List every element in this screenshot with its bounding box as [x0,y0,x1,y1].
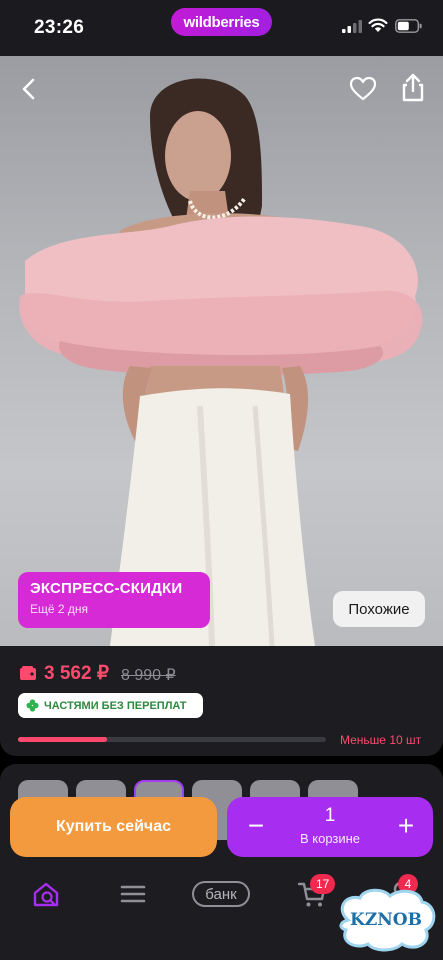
cart-quantity-control: − 1 В корзине + [227,797,433,857]
promo-title: ЭКСПРЕСС-СКИДКИ [30,580,183,597]
clover-icon [26,699,39,712]
current-price: 3 562 ₽ [44,663,109,684]
cart-count-badge: 17 [310,874,336,894]
stock-progress-fill [18,737,108,742]
bank-tab[interactable]: банк [192,881,250,907]
brand-logo[interactable]: wildberries [171,8,272,36]
product-photo [19,78,423,646]
watermark-text: KZNOB [350,910,422,930]
heart-icon[interactable] [348,74,378,104]
installment-label: ЧАСТЯМИ БЕЗ ПЕРЕПЛАТ [44,699,187,712]
battery-icon [395,19,422,33]
stock-text: Меньше 10 шт [340,733,422,747]
similar-button[interactable]: Похожие [333,591,425,627]
decrease-button[interactable]: − [241,812,271,842]
promo-subtitle: Ещё 2 дня [30,602,89,616]
product-gallery[interactable]: ЭКСПРЕСС-СКИДКИ Ещё 2 дня Похожие [0,56,443,646]
price-card: 3 562 ₽ 8 990 ₽ ЧАСТЯМИ БЕЗ ПЕРЕПЛАТ Мен… [0,646,443,756]
catalog-icon[interactable] [118,878,148,910]
increase-button[interactable]: + [391,812,421,842]
signal-icon [342,20,362,33]
buy-now-button[interactable]: Купить сейчас [10,797,217,857]
status-time: 23:26 [34,17,85,38]
back-icon[interactable] [14,74,44,104]
home-search-icon[interactable] [30,878,62,910]
share-icon[interactable] [398,72,428,104]
in-cart-label: В корзине [299,831,361,846]
old-price: 8 990 ₽ [121,667,176,684]
express-discount-badge[interactable]: ЭКСПРЕСС-СКИДКИ Ещё 2 дня [18,572,210,628]
stock-progress [18,737,326,742]
status-bar: 23:26 wildberries [0,0,443,56]
wifi-icon [368,18,388,32]
cart-quantity: 1 [324,805,336,826]
wallet-icon [20,666,36,680]
installment-badge[interactable]: ЧАСТЯМИ БЕЗ ПЕРЕПЛАТ [18,693,203,718]
